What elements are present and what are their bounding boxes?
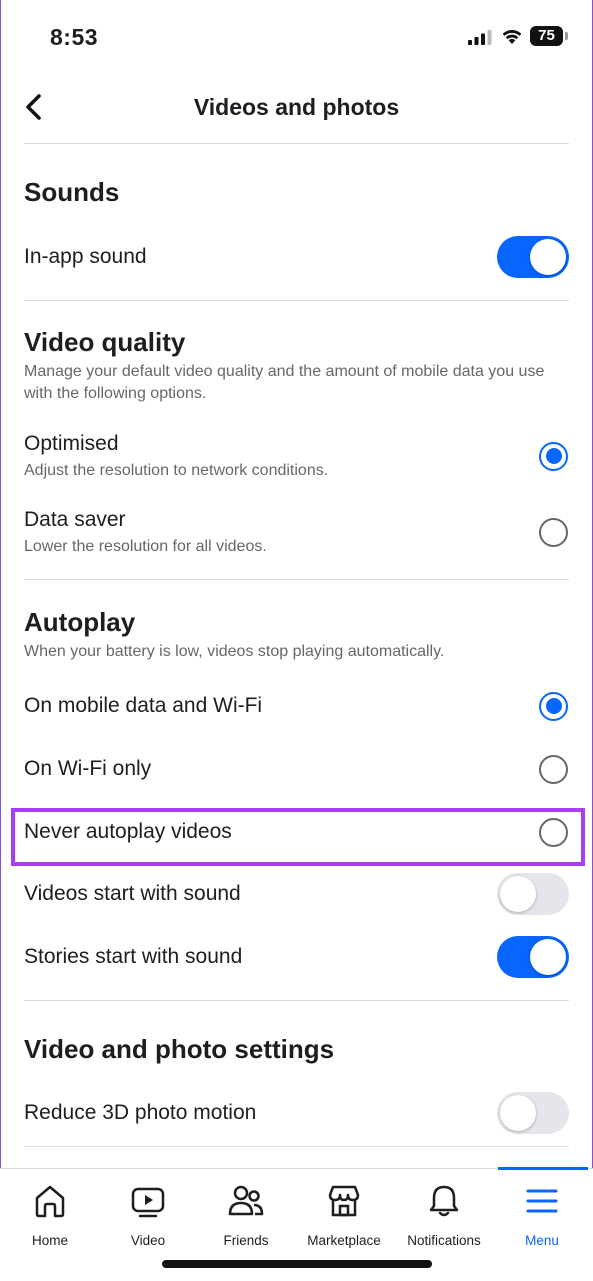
cellular-signal-icon [468,30,492,45]
tab-notifications[interactable]: Notifications [396,1183,492,1248]
option-optimised-sub: Adjust the resolution to network conditi… [24,462,329,479]
reduce-3d-motion-toggle[interactable] [497,1092,569,1134]
stories-start-sound-label: Stories start with sound [24,945,243,968]
in-app-sound-toggle[interactable] [497,236,569,278]
radio-data-saver[interactable] [539,517,568,547]
in-app-sound-row[interactable]: In-app sound [24,236,569,278]
home-indicator [162,1260,432,1268]
section-title-photo-settings: Video and photo settings [24,1034,335,1064]
section-title-sounds: Sounds [24,177,120,207]
videos-start-sound-label: Videos start with sound [24,882,241,905]
divider [24,579,569,580]
tab-marketplace[interactable]: Marketplace [296,1183,392,1248]
status-time: 8:53 [50,24,99,50]
marketplace-icon [328,1185,360,1217]
tab-menu[interactable]: Menu [494,1183,590,1248]
section-title-autoplay: Autoplay [24,607,136,637]
wifi-icon [502,29,522,44]
status-bar: 8:53 75 [0,0,593,74]
option-optimised-row[interactable]: Optimised Adjust the resolution to netwo… [24,427,569,485]
tab-video[interactable]: Video [100,1183,196,1248]
radio-optimised[interactable] [539,441,568,471]
radio-autoplay-mobile-wifi[interactable] [539,691,568,721]
friends-icon [228,1185,264,1216]
reduce-3d-motion-row[interactable]: Reduce 3D photo motion [24,1092,569,1134]
tab-menu-label: Menu [525,1233,559,1248]
autoplay-mobile-wifi-label: On mobile data and Wi-Fi [24,694,263,717]
highlight-box [11,808,585,866]
settings-content: Sounds In-app sound Video quality Manage… [24,145,569,1147]
radio-autoplay-wifi-only[interactable] [539,754,568,784]
tab-home[interactable]: Home [2,1183,98,1248]
battery-level: 75 [530,26,563,46]
bell-icon [429,1185,459,1217]
section-title-video-quality: Video quality [24,327,186,357]
option-data-saver-label: Data saver [24,508,126,531]
battery-icon: 75 [530,26,570,46]
option-data-saver-row[interactable]: Data saver Lower the resolution for all … [24,503,569,561]
tab-notifications-label: Notifications [407,1233,481,1248]
nav-header: Videos and photos [0,74,593,144]
autoplay-description: When your battery is low, videos stop pl… [24,643,445,660]
tab-video-label: Video [130,1233,166,1248]
videos-start-sound-row[interactable]: Videos start with sound [24,873,569,915]
stories-start-sound-row[interactable]: Stories start with sound [24,936,569,978]
autoplay-wifi-only-label: On Wi-Fi only [24,757,152,780]
divider [24,300,569,301]
reduce-3d-motion-label: Reduce 3D photo motion [24,1101,257,1124]
in-app-sound-label: In-app sound [24,245,147,268]
option-data-saver-sub: Lower the resolution for all videos. [24,538,267,555]
tab-friends[interactable]: Friends [198,1183,294,1248]
autoplay-wifi-only-row[interactable]: On Wi-Fi only [24,750,569,788]
option-optimised-label: Optimised [24,432,119,455]
videos-start-sound-toggle[interactable] [497,873,569,915]
autoplay-mobile-wifi-row[interactable]: On mobile data and Wi-Fi [24,687,569,725]
menu-icon [526,1189,558,1213]
home-icon [35,1185,65,1218]
tab-marketplace-label: Marketplace [307,1233,381,1248]
divider [24,1000,569,1001]
video-icon [131,1187,165,1218]
tab-home-label: Home [31,1233,68,1248]
page-title: Videos and photos [193,94,400,120]
tab-friends-label: Friends [223,1233,269,1248]
video-quality-description: Manage your default video quality and th… [24,363,545,402]
active-tab-indicator [498,1167,588,1170]
divider [24,1146,569,1147]
header-divider [24,143,569,144]
stories-start-sound-toggle[interactable] [497,936,569,978]
